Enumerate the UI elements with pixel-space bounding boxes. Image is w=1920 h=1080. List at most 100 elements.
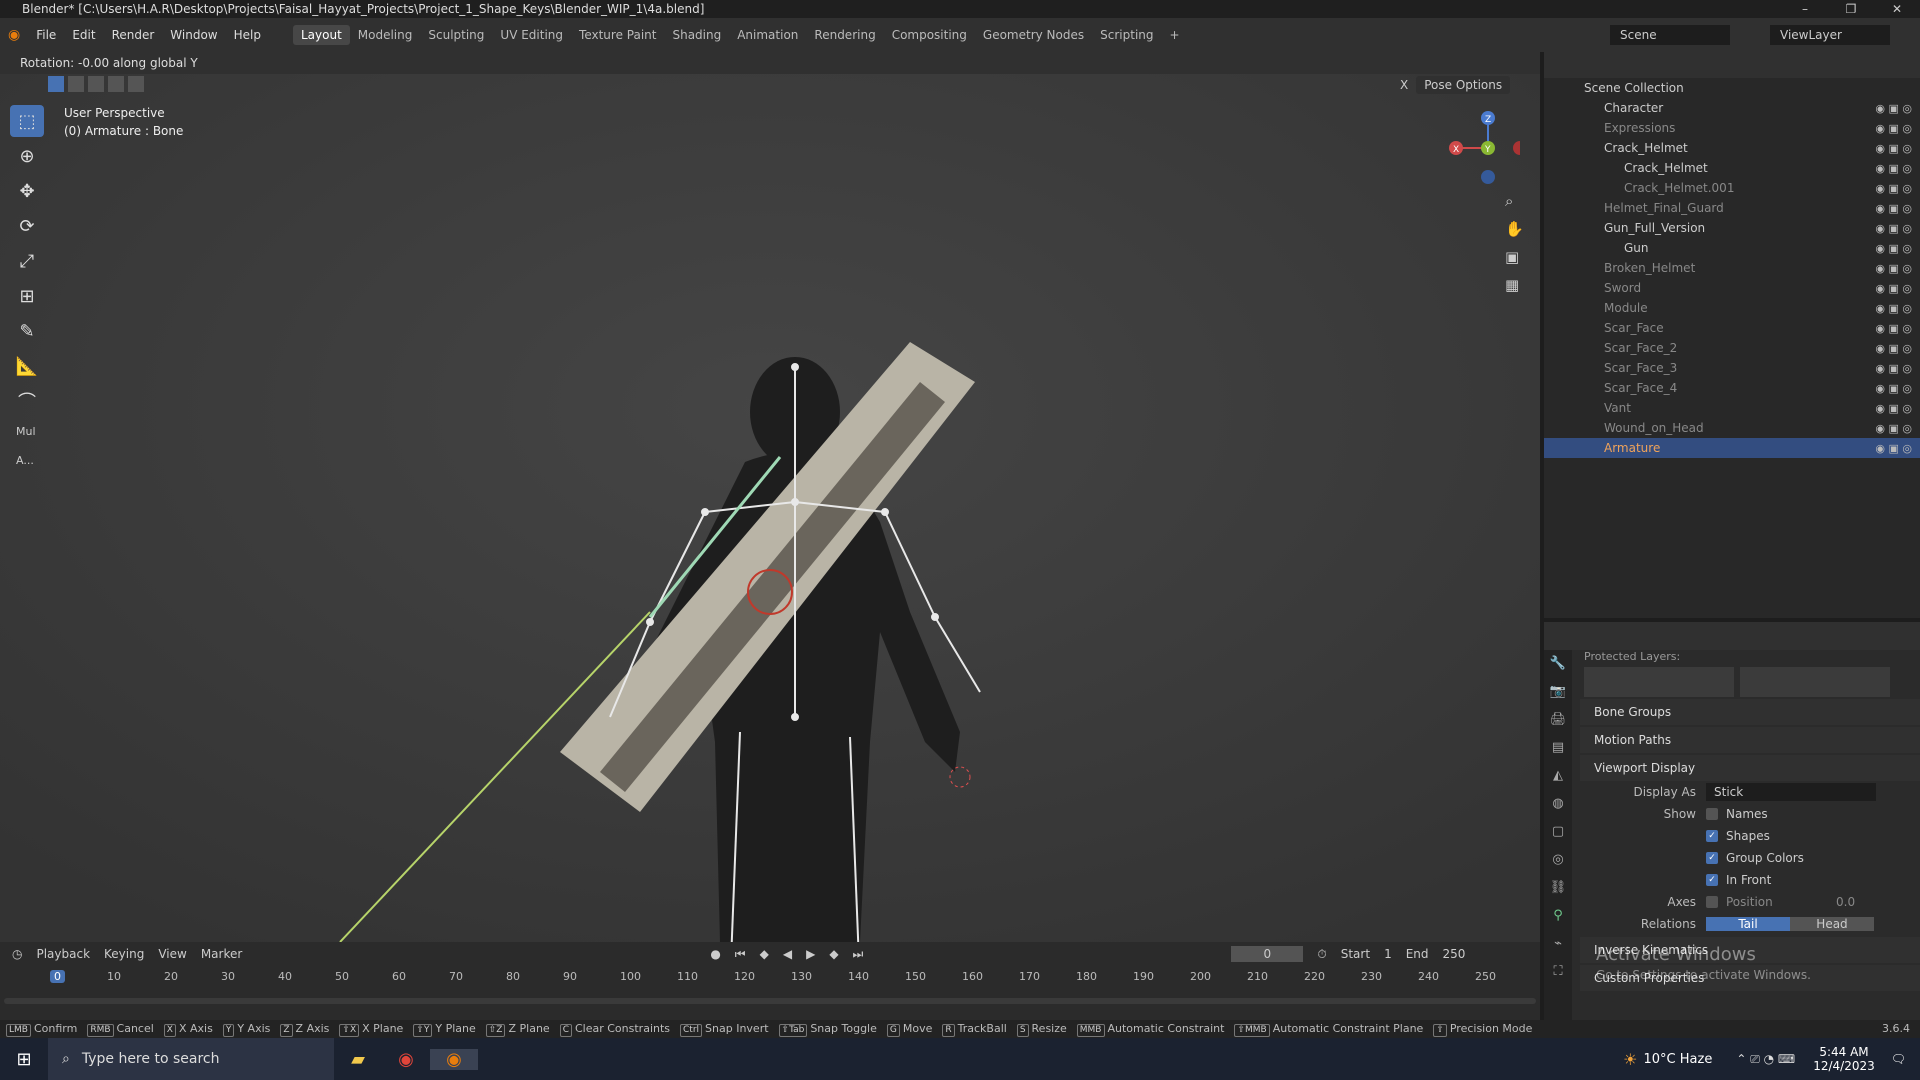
outliner-item[interactable]: Crack_Helmet ◉ ▣ ◎ (1544, 138, 1920, 158)
tab-texture-paint[interactable]: Texture Paint (571, 25, 664, 45)
playback-menu[interactable]: Playback (36, 947, 90, 961)
file-explorer-icon[interactable]: ▰ (334, 1049, 382, 1070)
transform-tool-icon[interactable]: ⊞ (10, 280, 44, 312)
menu-help[interactable]: Help (226, 28, 269, 42)
position-value[interactable]: 0.0 (1836, 895, 1855, 909)
object-tab-icon[interactable]: ▢ (1544, 818, 1572, 846)
zoom-icon[interactable]: ⌕ (1505, 192, 1524, 210)
scale-tool-icon[interactable]: ⤢ (10, 245, 44, 277)
tab-compositing[interactable]: Compositing (884, 25, 975, 45)
x-mirror-button[interactable]: X (1400, 78, 1408, 92)
annotate-tool-icon[interactable]: ✎ (10, 315, 44, 347)
maximize-button[interactable]: ❐ (1828, 0, 1874, 18)
play-reverse-icon[interactable]: ◀ (783, 947, 792, 961)
outliner-item[interactable]: Gun ◉ ▣ ◎ (1544, 238, 1920, 258)
scene-tab-icon[interactable]: ◭ (1544, 762, 1572, 790)
motion-paths-section[interactable]: Motion Paths (1580, 727, 1920, 753)
timeline-editor-icon[interactable]: ◷ (12, 947, 22, 961)
jump-end-icon[interactable]: ⏭ (853, 947, 864, 962)
menu-window[interactable]: Window (162, 28, 225, 42)
camera-icon[interactable]: ▣ (1505, 248, 1524, 266)
view-layer-field[interactable]: ViewLayer (1770, 25, 1890, 45)
outliner-item[interactable]: Scar_Face_3 ◉ ▣ ◎ (1544, 358, 1920, 378)
constraints-tab-icon[interactable]: ⛓ (1544, 874, 1572, 902)
tail-toggle[interactable]: Tail (1706, 917, 1790, 931)
outliner-item[interactable]: Broken_Helmet ◉ ▣ ◎ (1544, 258, 1920, 278)
add-workspace-button[interactable]: + (1162, 25, 1188, 45)
physics-tab-icon[interactable]: ◎ (1544, 846, 1572, 874)
chrome-icon[interactable]: ◉ (382, 1049, 430, 1070)
navigation-gizmo[interactable]: Z X Y (1440, 104, 1520, 184)
tab-sculpting[interactable]: Sculpting (420, 25, 492, 45)
taskbar-search-box[interactable]: ⌕ Type here to search (48, 1038, 334, 1080)
outliner-item[interactable]: Character ◉ ▣ ◎ (1544, 98, 1920, 118)
tab-geometry-nodes[interactable]: Geometry Nodes (975, 25, 1092, 45)
bone-constraint-tab-icon[interactable]: ⛶ (1544, 958, 1572, 986)
measure-tool-icon[interactable]: 📐 (10, 350, 44, 382)
tab-uv-editing[interactable]: UV Editing (492, 25, 571, 45)
pose-options-dropdown[interactable]: Pose Options (1416, 76, 1511, 94)
clock[interactable]: 5:44 AM 12/4/2023 (1813, 1045, 1875, 1073)
menu-edit[interactable]: Edit (64, 28, 103, 42)
tab-modeling[interactable]: Modeling (350, 25, 421, 45)
axes-checkbox[interactable] (1706, 896, 1718, 908)
clock-icon[interactable]: ⏱ (1317, 947, 1326, 962)
windows-start-icon[interactable]: ⊞ (0, 1049, 48, 1070)
armature-data-tab-icon[interactable]: ⚲ (1544, 902, 1572, 930)
world-tab-icon[interactable]: ◍ (1544, 790, 1572, 818)
outliner-item[interactable]: Scar_Face_4 ◉ ▣ ◎ (1544, 378, 1920, 398)
jump-keyframe-back-icon[interactable]: ◆ (760, 947, 769, 961)
end-frame-field[interactable]: 250 (1443, 947, 1466, 961)
marker-menu[interactable]: Marker (201, 947, 242, 961)
view-layer-tab-icon[interactable]: ▤ (1544, 734, 1572, 762)
outliner-item-armature[interactable]: Armature ◉ ▣ ◎ (1544, 438, 1920, 458)
menu-render[interactable]: Render (104, 28, 163, 42)
outliner-item[interactable]: Expressions ◉ ▣ ◎ (1544, 118, 1920, 138)
outliner-item[interactable]: Module ◉ ▣ ◎ (1544, 298, 1920, 318)
keying-menu[interactable]: Keying (104, 947, 144, 961)
menu-file[interactable]: File (28, 28, 64, 42)
outliner-item[interactable]: Vant ◉ ▣ ◎ (1544, 398, 1920, 418)
blender-taskbar-icon[interactable]: ◉ (430, 1048, 478, 1070)
mode-label-mul[interactable]: Mul (10, 425, 46, 438)
outliner-item[interactable]: Scar_Face ◉ ▣ ◎ (1544, 318, 1920, 338)
bone-tool-icon[interactable]: ⌒ (10, 385, 44, 417)
3d-viewport[interactable]: User Perspective (0) Armature : Bone X P… (0, 52, 1540, 942)
in-front-checkbox[interactable]: ✓ (1706, 874, 1718, 886)
select-mode-buttons[interactable] (48, 76, 144, 92)
group-colors-checkbox[interactable]: ✓ (1706, 852, 1718, 864)
tab-rendering[interactable]: Rendering (806, 25, 883, 45)
shapes-checkbox[interactable]: ✓ (1706, 830, 1718, 842)
tool-tab-icon[interactable]: 🔧 (1544, 650, 1572, 678)
output-tab-icon[interactable]: 🖨 (1544, 706, 1572, 734)
scene-field[interactable]: Scene (1610, 25, 1730, 45)
display-as-dropdown[interactable]: Stick (1706, 783, 1876, 801)
view-menu[interactable]: View (158, 947, 186, 961)
render-tab-icon[interactable]: 📷 (1544, 678, 1572, 706)
tab-shading[interactable]: Shading (664, 25, 729, 45)
bone-tab-icon[interactable]: ⌁ (1544, 930, 1572, 958)
rotate-tool-icon[interactable]: ⟳ (10, 210, 44, 242)
minimize-button[interactable]: – (1782, 0, 1828, 18)
timeline-scrollbar[interactable] (4, 998, 1536, 1004)
start-frame-field[interactable]: 1 (1384, 947, 1392, 961)
select-box-tool-icon[interactable]: ⬚ (10, 105, 44, 137)
outliner-item[interactable]: Wound_on_Head ◉ ▣ ◎ (1544, 418, 1920, 438)
record-button-icon[interactable]: ● (710, 947, 720, 961)
jump-keyframe-forward-icon[interactable]: ◆ (829, 947, 838, 961)
names-checkbox[interactable] (1706, 808, 1718, 820)
viewport-display-section[interactable]: Viewport Display (1580, 755, 1920, 781)
bone-groups-section[interactable]: Bone Groups (1580, 699, 1920, 725)
head-toggle[interactable]: Head (1790, 917, 1874, 931)
timeline-ruler[interactable]: 0 10 20 30 40 50 60 70 80 90 100 110 120… (50, 966, 1540, 990)
outliner-item[interactable]: Helmet_Final_Guard ◉ ▣ ◎ (1544, 198, 1920, 218)
grid-view-icon[interactable]: ▦ (1505, 276, 1524, 294)
outliner-item[interactable]: Sword ◉ ▣ ◎ (1544, 278, 1920, 298)
tab-scripting[interactable]: Scripting (1092, 25, 1161, 45)
outliner-item[interactable]: Gun_Full_Version ◉ ▣ ◎ (1544, 218, 1920, 238)
weather-icon[interactable]: ☀ (1623, 1050, 1637, 1069)
blender-logo-icon[interactable]: ◉ (0, 27, 28, 43)
outliner-item[interactable]: Crack_Helmet.001 ◉ ▣ ◎ (1544, 178, 1920, 198)
current-frame-field[interactable]: 0 (1231, 946, 1304, 962)
jump-start-icon[interactable]: ⏮ (735, 947, 746, 962)
